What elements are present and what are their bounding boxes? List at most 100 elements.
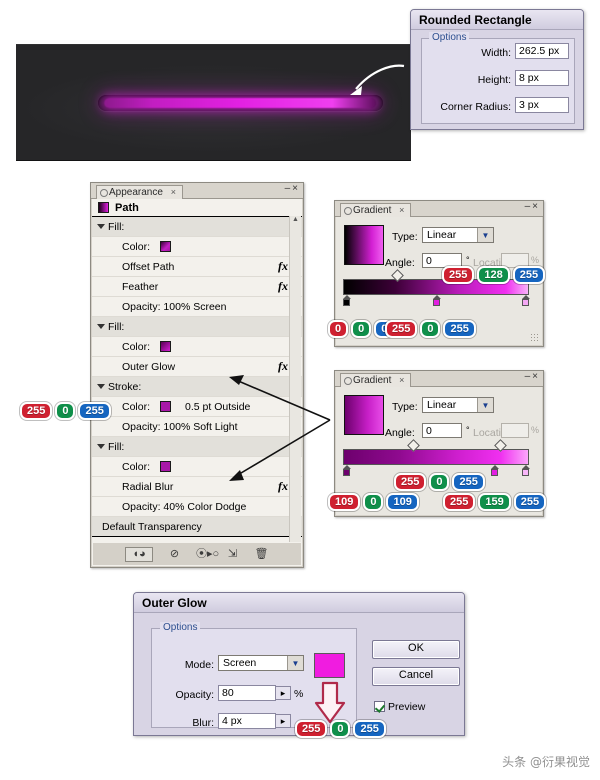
- appearance-row-label: Fill:: [108, 440, 125, 453]
- blur-input[interactable]: 4 px: [218, 713, 276, 729]
- fx-icon[interactable]: fx: [278, 359, 288, 374]
- appearance-row-offset-path[interactable]: Offset Path fx: [92, 257, 302, 277]
- corner-radius-label: Corner Radius:: [440, 101, 511, 113]
- gradient2-stop-3[interactable]: [522, 465, 531, 476]
- gradient2-location-input[interactable]: [501, 423, 529, 438]
- tab-appearance-close-icon[interactable]: ×: [171, 187, 176, 197]
- gradient2-preview-swatch[interactable]: [344, 395, 384, 435]
- appearance-row-color-1[interactable]: Color:: [92, 237, 302, 257]
- gradient1-close-icon[interactable]: ×: [532, 201, 540, 212]
- reduce-to-basic-appearance-icon[interactable]: ⦿▸○: [196, 548, 219, 561]
- clear-appearance-icon[interactable]: ⊘: [167, 548, 182, 561]
- fill-color-swatch-2[interactable]: [160, 341, 172, 352]
- default-transparency-label: Default Transparency: [102, 520, 202, 533]
- appearance-row-fill-3[interactable]: Fill:: [92, 437, 302, 457]
- appearance-row-label: Stroke:: [108, 380, 142, 393]
- appearance-row-label: Color:: [122, 340, 151, 353]
- tab-gradient-1-close-icon[interactable]: ×: [399, 205, 404, 215]
- opacity-stepper-icon[interactable]: ▸: [276, 686, 291, 700]
- disclosure-triangle-icon[interactable]: [97, 444, 105, 449]
- appearance-panel: Appearance × –× Path Fill: Color: Offset…: [90, 182, 304, 568]
- fx-icon[interactable]: fx: [278, 479, 288, 494]
- disclosure-triangle-icon[interactable]: [97, 384, 105, 389]
- gradient1-type-label: Type:: [392, 231, 418, 243]
- appearance-object-row[interactable]: Path: [92, 199, 302, 217]
- gradient1-location-unit: %: [531, 255, 540, 265]
- gradient2-angle-input[interactable]: 0: [422, 423, 462, 438]
- height-input[interactable]: 8 px: [515, 70, 569, 86]
- width-input[interactable]: 262.5 px: [515, 43, 569, 59]
- appearance-row-default-transparency[interactable]: Default Transparency: [92, 517, 302, 537]
- appearance-row-color-2[interactable]: Color:: [92, 337, 302, 357]
- gradient2-stop-2[interactable]: [491, 465, 500, 476]
- gradient1-stop-2[interactable]: [433, 295, 442, 306]
- appearance-row-opacity-1[interactable]: Opacity: 100% Screen: [92, 297, 302, 317]
- gradient1-type-select[interactable]: Linear ▼: [422, 227, 494, 243]
- scroll-up-icon[interactable]: ▲: [290, 216, 301, 223]
- appearance-row-color-3[interactable]: Color:: [92, 457, 302, 477]
- preview-label: Preview: [388, 701, 426, 713]
- tab-gradient-2[interactable]: Gradient ×: [340, 373, 412, 387]
- gradient2-ramp[interactable]: [343, 449, 529, 465]
- object-thumbnail-swatch: [98, 202, 109, 213]
- tab-gradient-1[interactable]: Gradient ×: [340, 203, 412, 217]
- new-art-has-basic-appearance-icon[interactable]: ◖◕: [125, 546, 153, 562]
- corner-radius-input[interactable]: 3 px: [515, 97, 569, 113]
- fill-color-swatch-3[interactable]: [160, 461, 172, 472]
- tab-appearance[interactable]: Appearance ×: [96, 185, 183, 199]
- preview-checkbox[interactable]: [374, 701, 385, 712]
- appearance-scrollbar[interactable]: ▲: [289, 216, 301, 542]
- appearance-row-feather[interactable]: Feather fx: [92, 277, 302, 297]
- appearance-row-label: Fill:: [108, 320, 125, 333]
- chevron-down-icon[interactable]: ▼: [477, 398, 493, 412]
- gradient2-angle-label: Angle:: [385, 427, 415, 439]
- rgb-blue-value: 255: [452, 473, 485, 491]
- disclosure-triangle-icon[interactable]: [97, 324, 105, 329]
- gradient2-close-icon[interactable]: ×: [532, 371, 540, 382]
- disclosure-triangle-icon[interactable]: [97, 224, 105, 229]
- rgb-green-value: 0: [363, 493, 384, 511]
- opacity-input[interactable]: 80: [218, 685, 276, 701]
- gradient1-stop2-rgb-annotation: 255 0 255: [385, 320, 476, 338]
- appearance-row-opacity-2[interactable]: Opacity: 100% Soft Light: [92, 417, 302, 437]
- tab-gradient-2-close-icon[interactable]: ×: [399, 375, 404, 385]
- panel-tab-dot-icon: [344, 207, 352, 215]
- appearance-row-stroke[interactable]: Stroke:: [92, 377, 302, 397]
- fill-color-swatch-1[interactable]: [160, 241, 172, 252]
- cancel-button[interactable]: Cancel: [372, 667, 460, 686]
- duplicate-selected-item-icon[interactable]: ⇲: [225, 548, 240, 561]
- appearance-row-label: Opacity: 100% Screen: [122, 300, 227, 313]
- gradient1-stop-1[interactable]: [343, 295, 352, 306]
- gradient1-resize-grip-icon[interactable]: [530, 333, 539, 342]
- mode-select[interactable]: Screen ▼: [218, 655, 304, 671]
- gradient1-stop-3[interactable]: [522, 295, 531, 306]
- appearance-row-opacity-3[interactable]: Opacity: 40% Color Dodge: [92, 497, 302, 517]
- preview-pointer-arrow-icon: [350, 64, 405, 95]
- blur-stepper-icon[interactable]: ▸: [276, 714, 291, 728]
- ok-button[interactable]: OK: [372, 640, 460, 659]
- appearance-row-outer-glow[interactable]: Outer Glow fx: [92, 357, 302, 377]
- rgb-green-value: 0: [351, 320, 372, 338]
- gradient1-preview-swatch[interactable]: [344, 225, 384, 265]
- stroke-color-swatch[interactable]: [160, 401, 172, 412]
- rgb-red-value: 255: [295, 720, 328, 738]
- appearance-close-icon[interactable]: ×: [292, 183, 300, 194]
- rgb-red-value: 255: [394, 473, 427, 491]
- glow-color-rgb-annotation: 255 0 255: [295, 720, 386, 738]
- appearance-row-fill-2[interactable]: Fill:: [92, 317, 302, 337]
- fx-icon[interactable]: fx: [278, 259, 288, 274]
- delete-selected-item-icon[interactable]: 🗑: [254, 548, 269, 561]
- rgb-green-value: 0: [330, 720, 351, 738]
- appearance-row-label: Feather: [122, 280, 159, 293]
- gradient2-stop-1[interactable]: [343, 465, 352, 476]
- gradient2-type-select[interactable]: Linear ▼: [422, 397, 494, 413]
- gradient2-stop3-rgb-annotation: 255 159 255: [443, 493, 547, 511]
- gradient2-tabstrip: Gradient × –×: [335, 371, 543, 387]
- chevron-down-icon[interactable]: ▼: [477, 228, 493, 242]
- chevron-down-icon[interactable]: ▼: [287, 656, 303, 670]
- appearance-row-fill-1[interactable]: Fill:: [92, 217, 302, 237]
- glow-color-swatch[interactable]: [314, 653, 345, 678]
- appearance-row-radial-blur[interactable]: Radial Blur fx: [92, 477, 302, 497]
- fx-icon[interactable]: fx: [278, 279, 288, 294]
- appearance-row-stroke-color[interactable]: Color: 0.5 pt Outside: [92, 397, 302, 417]
